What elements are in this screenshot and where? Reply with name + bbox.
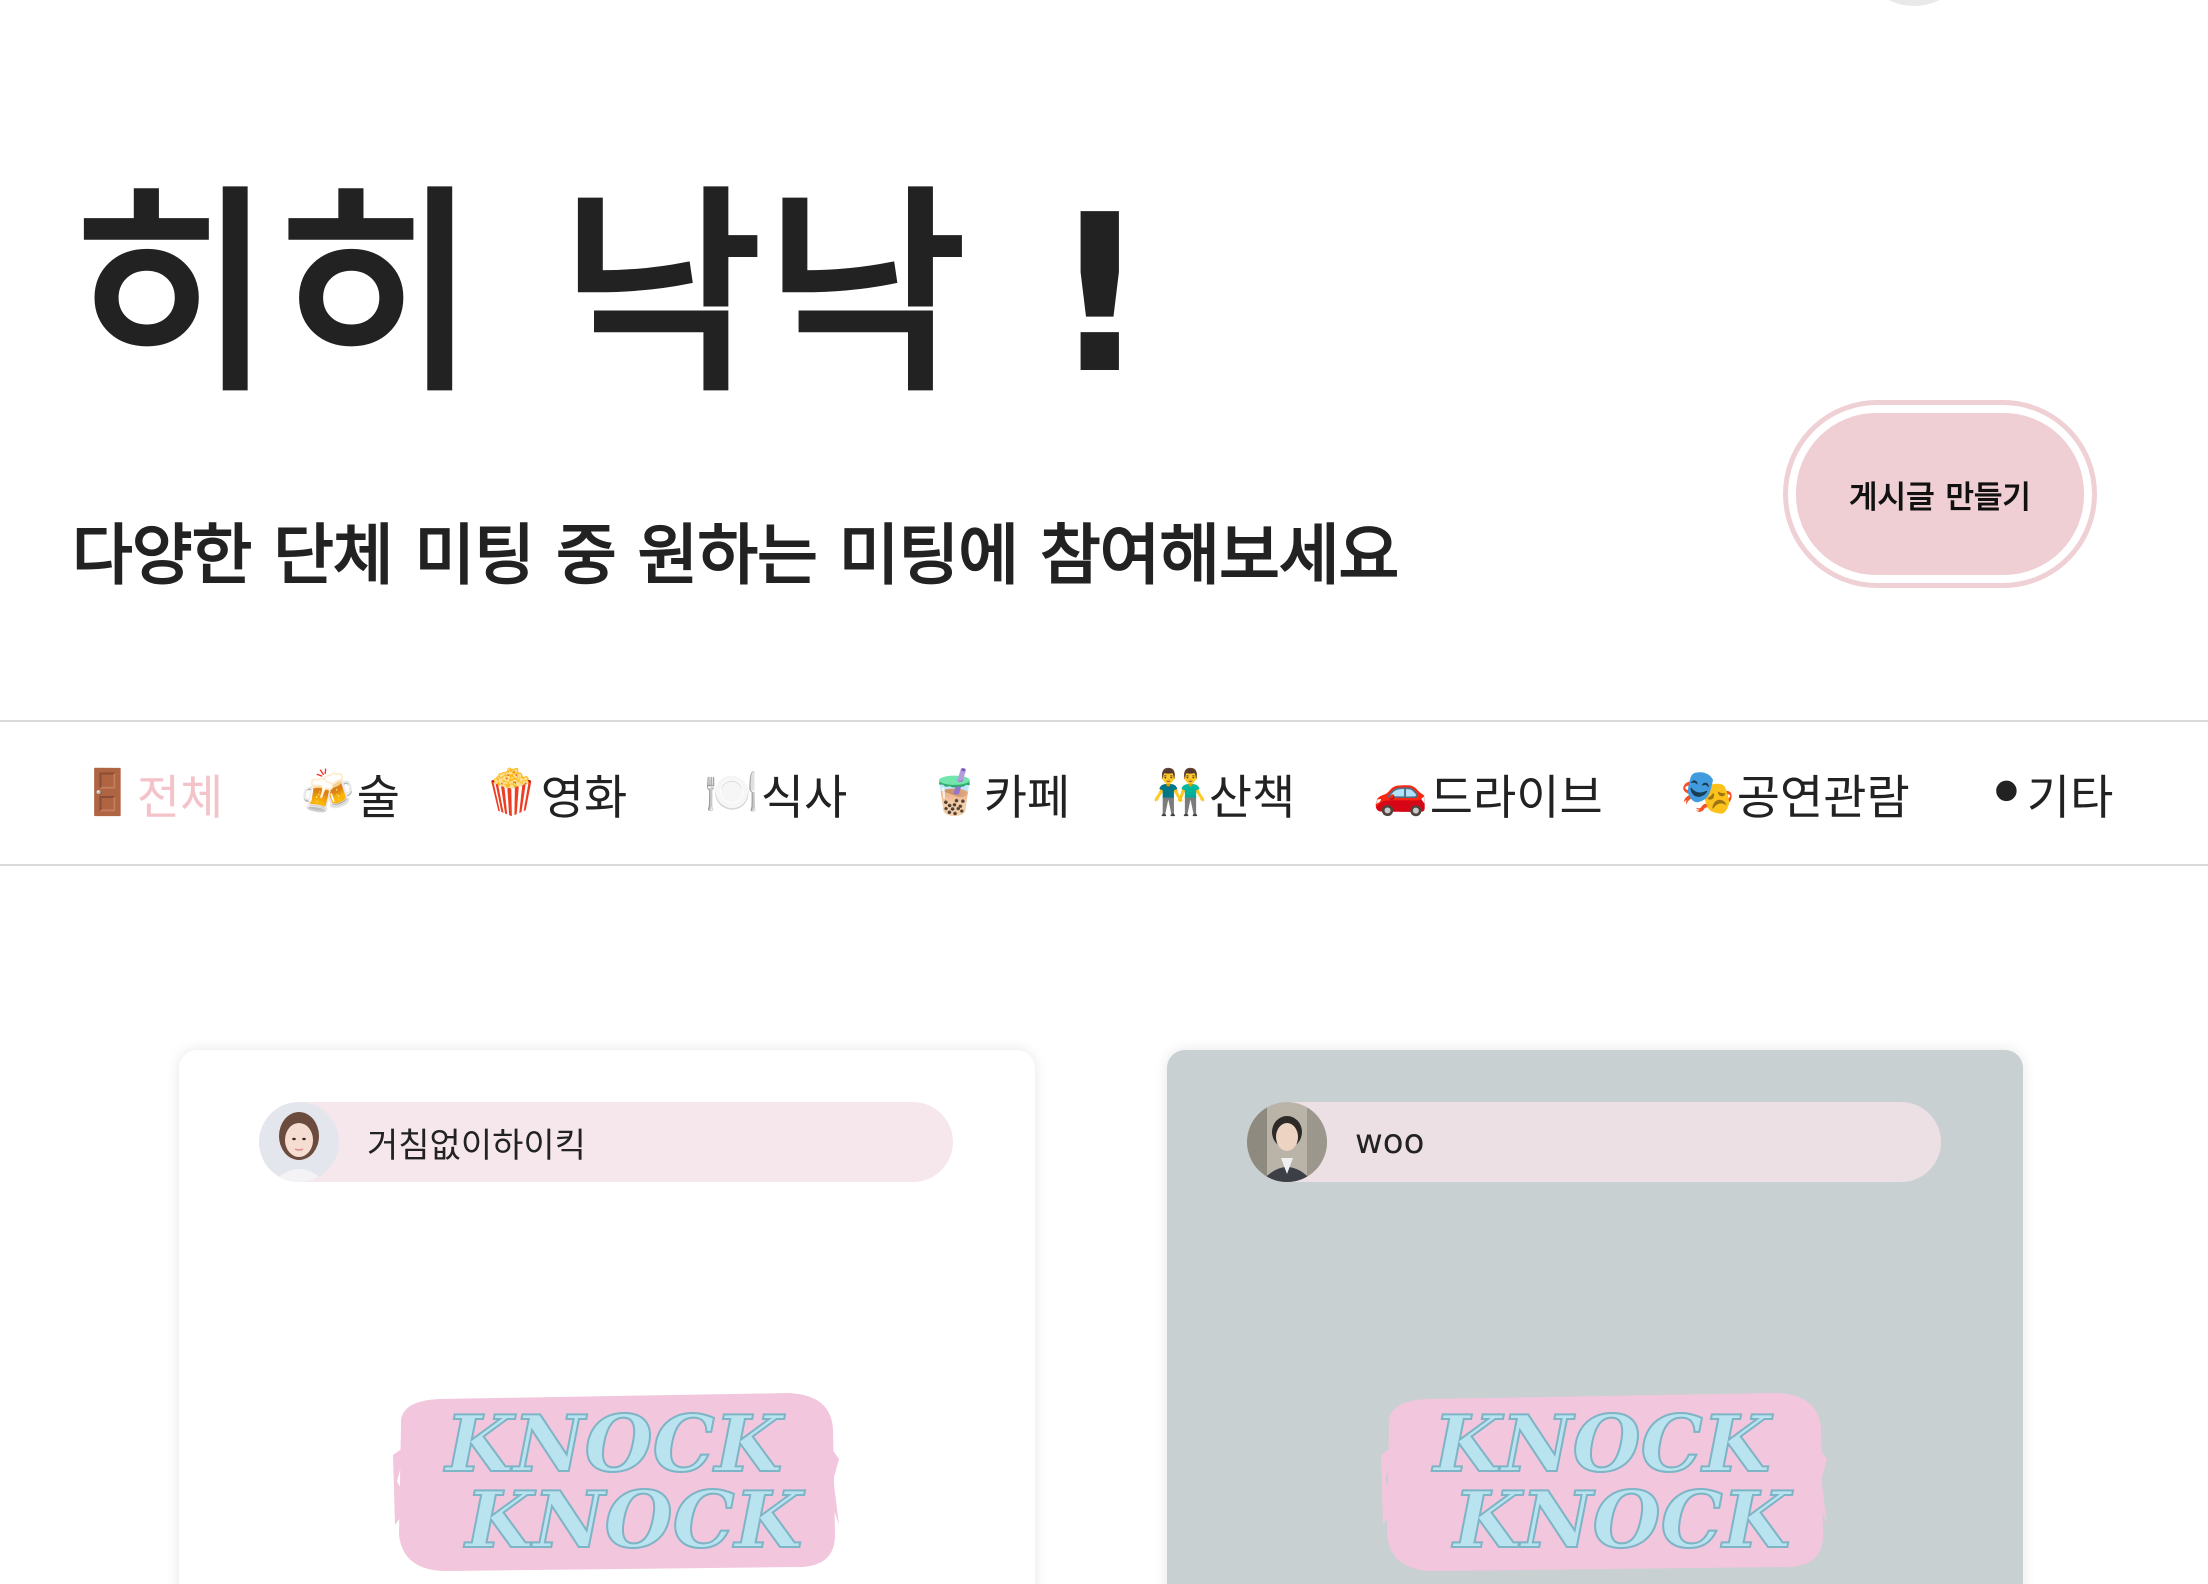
category-movie[interactable]: 🍿 영화 <box>484 722 627 864</box>
avatar <box>1247 1102 1327 1182</box>
create-post-button-label: 게시글 만들기 <box>1796 413 2084 575</box>
category-drink[interactable]: 🍻 술 <box>300 722 400 864</box>
walking-people-icon: 👬 <box>1152 767 1207 818</box>
author-chip[interactable]: woo <box>1247 1102 1941 1182</box>
page-subtitle: 다양한 단체 미팅 중 원하는 미팅에 참여해보세요 <box>72 517 1399 594</box>
category-label: 술 <box>356 770 401 826</box>
create-post-button[interactable]: 게시글 만들기 <box>1783 400 2097 588</box>
bubble-tea-icon: 🧋 <box>927 767 982 818</box>
category-label: 공연관람 <box>1736 770 1910 826</box>
category-label: 기타 <box>2026 770 2114 826</box>
black-circle-icon: ⚫ <box>1988 767 2025 818</box>
category-etc[interactable]: ⚫ 기타 <box>1988 722 2113 864</box>
category-label: 식사 <box>760 770 848 826</box>
author-name: woo <box>1355 1122 1425 1162</box>
category-label: 드라이브 <box>1429 770 1603 826</box>
knock-knock-logo: KNOCK KNOCK <box>393 1393 839 1571</box>
category-drive[interactable]: 🚗 드라이브 <box>1373 722 1603 864</box>
page-title: 히히 낙낙 ! <box>72 169 1154 422</box>
profile-avatar[interactable] <box>1866 0 1962 6</box>
car-icon: 🚗 <box>1373 767 1428 818</box>
beer-icon: 🍻 <box>300 767 355 818</box>
post-card[interactable]: woo KNOCK KNOCK <box>1167 1050 2023 1584</box>
category-meal[interactable]: 🍽️ 식사 <box>704 722 847 864</box>
page: 히히 낙낙 ! 다양한 단체 미팅 중 원하는 미팅에 참여해보세요 게시글 만… <box>0 0 2208 1584</box>
author-name: 거침없이하이킥 <box>367 1125 586 1166</box>
category-label: 영화 <box>540 770 628 826</box>
logo-text-line-2: KNOCK <box>464 1475 806 1566</box>
category-label: 카페 <box>983 770 1071 826</box>
logo-text-line-2: KNOCK <box>1452 1475 1794 1566</box>
avatar <box>259 1102 339 1182</box>
category-bar: 🚪 전체 🍻 술 🍿 영화 🍽️ 식사 🧋 카페 👬 산책 🚗 드라이브 🎭 공… <box>0 720 2208 866</box>
category-label: 전체 <box>136 770 224 826</box>
category-cafe[interactable]: 🧋 카페 <box>927 722 1070 864</box>
category-walk[interactable]: 👬 산책 <box>1152 722 1295 864</box>
plate-icon: 🍽️ <box>704 767 759 818</box>
theater-masks-icon: 🎭 <box>1680 767 1735 818</box>
knock-knock-logo: KNOCK KNOCK <box>1381 1393 1827 1571</box>
author-chip[interactable]: 거침없이하이킥 <box>259 1102 953 1182</box>
category-all[interactable]: 🚪 전체 <box>80 722 223 864</box>
category-label: 산책 <box>1208 770 1296 826</box>
post-card[interactable]: 거침없이하이킥 KNOCK KNOCK <box>179 1050 1035 1584</box>
door-icon: 🚪 <box>80 767 135 818</box>
popcorn-icon: 🍿 <box>484 767 539 818</box>
category-performance[interactable]: 🎭 공연관람 <box>1680 722 1910 864</box>
